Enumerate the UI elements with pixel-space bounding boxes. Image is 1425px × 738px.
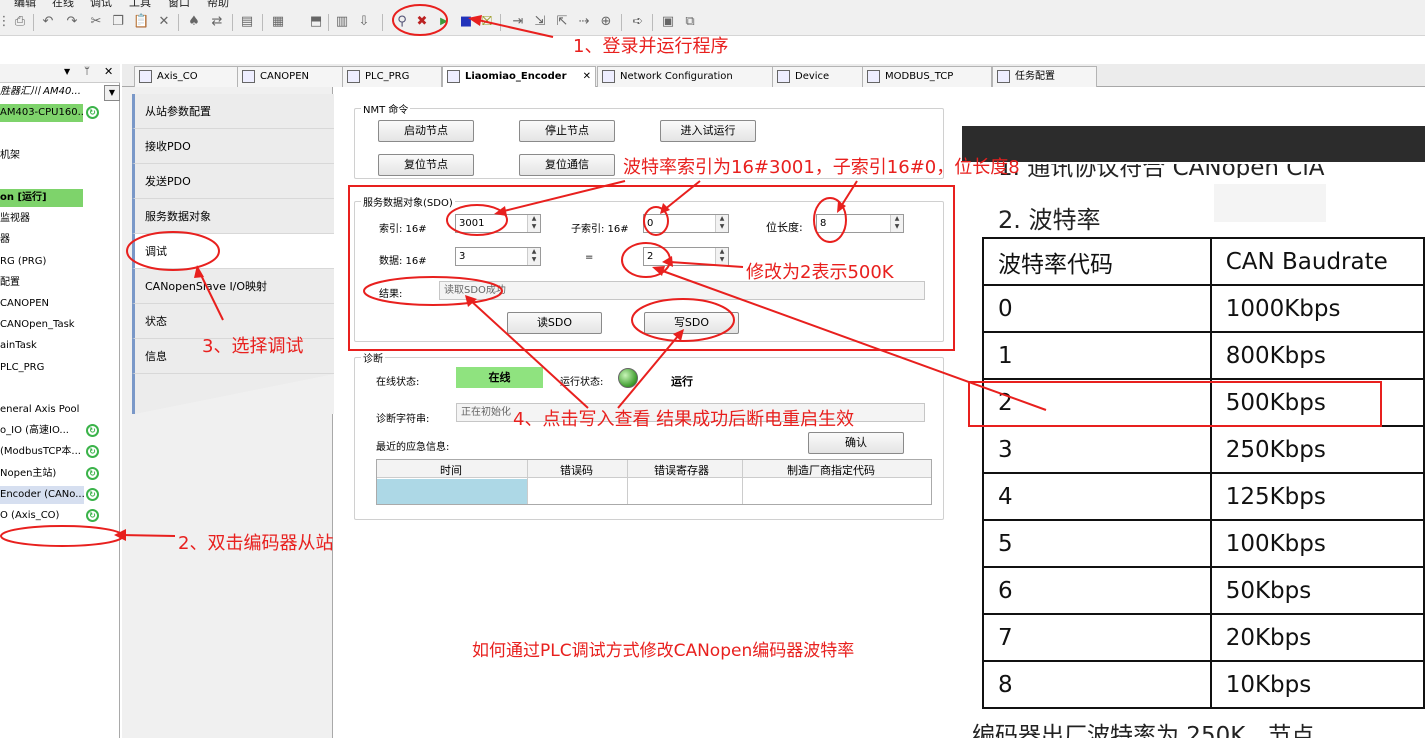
annotation-step4: 4、点击写入查看 结果成功后断电重启生效 xyxy=(513,409,855,430)
config-highlight-ellipse xyxy=(126,231,220,271)
index-highlight-ellipse xyxy=(446,204,508,236)
tree-highlight-ellipse xyxy=(0,525,124,547)
annotation-overlay xyxy=(0,4,1382,547)
annotation-caption: 如何通过PLC调试方式修改CANopen编码器波特率 xyxy=(472,641,855,661)
annotation-sdo-note: 波特率索引为16#3001，子索引16#0，位长度8 xyxy=(623,157,1020,178)
annotation-step2: 2、双击编码器从站 xyxy=(178,533,334,554)
annotation-step1: 1、登录并运行程序 xyxy=(573,36,729,57)
result-highlight-ellipse xyxy=(363,276,503,306)
annotation-step3: 3、选择调试 xyxy=(202,336,304,357)
write-highlight-ellipse xyxy=(631,298,735,342)
toolbar-highlight-ellipse xyxy=(392,4,448,36)
annotation-edit-note: 修改为2表示500K xyxy=(746,262,894,283)
